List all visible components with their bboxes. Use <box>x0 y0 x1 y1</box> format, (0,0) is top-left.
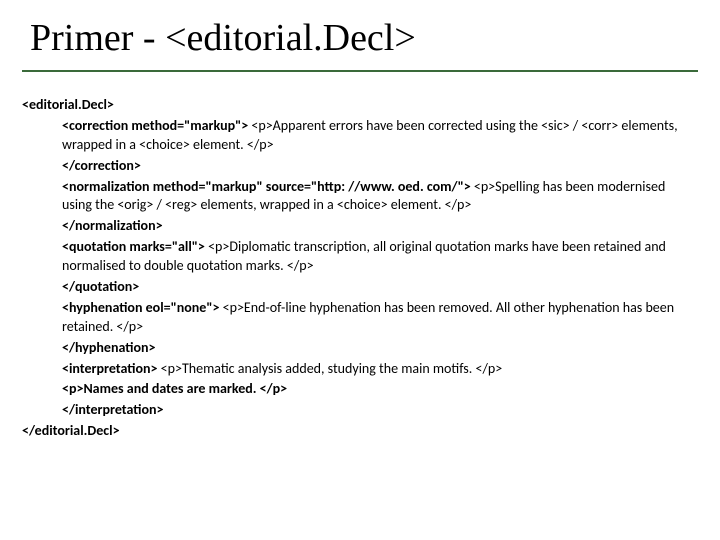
normalization-open: <normalization method="markup" source="h… <box>62 178 471 195</box>
title-bar: Primer - <editorial.Decl> <box>22 10 698 72</box>
slide-body: <editorial.Decl> <correction method="mar… <box>22 96 690 443</box>
hyphenation-block: <hyphenation eol="none"> <p>End-of-line … <box>62 299 690 337</box>
correction-close: </correction> <box>62 157 690 176</box>
hyphenation-open: <hyphenation eol="none"> <box>62 299 219 316</box>
interpretation-close: </interpretation> <box>62 401 690 420</box>
slide-title: Primer - <editorial.Decl> <box>30 16 694 60</box>
tag-open: <editorial.Decl> <box>22 96 690 115</box>
interpretation-open: <interpretation> <box>62 360 158 377</box>
tag-close: </editorial.Decl> <box>22 422 690 441</box>
normalization-block: <normalization method="markup" source="h… <box>62 178 690 216</box>
correction-block: <correction method="markup"> <p>Apparent… <box>62 117 690 155</box>
interpretation-p2: <p>Names and dates are marked. </p> <box>62 380 690 399</box>
correction-open: <correction method="markup"> <box>62 117 248 134</box>
quotation-block: <quotation marks="all"> <p>Diplomatic tr… <box>62 238 690 276</box>
interpretation-text: <p>Thematic analysis added, studying the… <box>158 360 503 377</box>
quotation-open: <quotation marks="all"> <box>62 238 205 255</box>
hyphenation-close: </hyphenation> <box>62 339 690 358</box>
interpretation-block: <interpretation> <p>Thematic analysis ad… <box>62 360 690 379</box>
normalization-close: </normalization> <box>62 217 690 236</box>
quotation-close: </quotation> <box>62 278 690 297</box>
